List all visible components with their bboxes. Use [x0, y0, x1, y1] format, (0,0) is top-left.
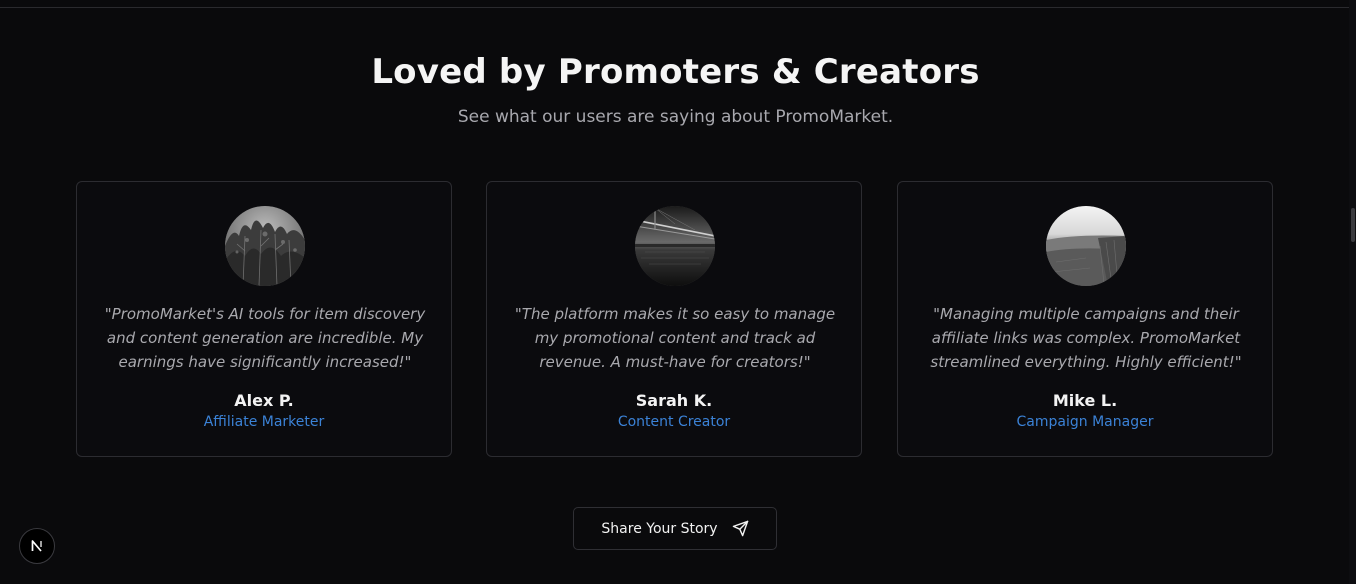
landscape-photo-icon	[1046, 206, 1126, 286]
section-subtitle: See what our users are saying about Prom…	[457, 107, 894, 127]
testimonial-quote: "PromoMarket's AI tools for item discove…	[104, 305, 426, 371]
testimonial-card: "The platform makes it so easy to manage…	[486, 181, 862, 457]
nextjs-dev-badge-button[interactable]	[19, 528, 55, 564]
avatar	[225, 206, 305, 286]
nextjs-logo-icon	[31, 540, 42, 552]
share-button-label: Share Your Story	[601, 520, 718, 537]
testimonial-role: Content Creator	[617, 414, 731, 430]
testimonial-quote: "Managing multiple campaigns and their a…	[930, 305, 1242, 371]
avatar	[1046, 206, 1126, 286]
testimonial-card: "Managing multiple campaigns and their a…	[897, 181, 1273, 457]
section-title: Loved by Promoters & Creators	[371, 52, 980, 92]
testimonials-page: Loved by Promoters & Creators See what o…	[0, 0, 1356, 584]
section-divider	[0, 7, 1349, 8]
avatar	[635, 206, 715, 286]
scrollbar-thumb[interactable]	[1351, 208, 1355, 242]
testimonial-role: Affiliate Marketer	[203, 414, 325, 430]
testimonial-card: "PromoMarket's AI tools for item discove…	[76, 181, 452, 457]
send-icon	[732, 520, 749, 537]
bridge-photo-icon	[635, 206, 715, 286]
scrollbar[interactable]	[1349, 0, 1356, 584]
trees-photo-icon	[225, 206, 305, 286]
testimonial-name: Alex P.	[234, 391, 294, 410]
testimonial-name: Mike L.	[1052, 391, 1118, 410]
testimonial-name: Sarah K.	[635, 391, 713, 410]
share-your-story-button[interactable]: Share Your Story	[573, 507, 777, 550]
testimonial-quote: "The platform makes it so easy to manage…	[514, 305, 836, 371]
testimonial-role: Campaign Manager	[1016, 414, 1154, 430]
